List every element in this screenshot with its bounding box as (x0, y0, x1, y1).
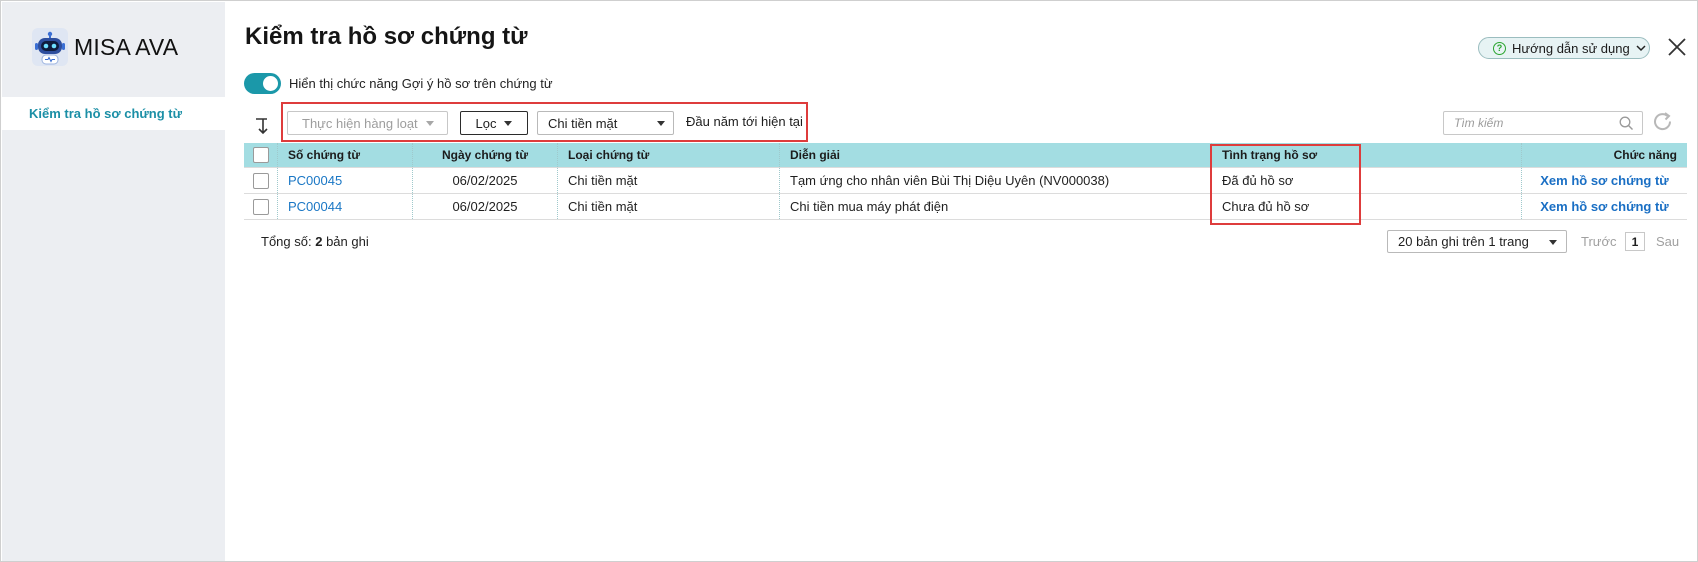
col-header-action: Chức năng (1613, 148, 1677, 162)
voucher-type-value: Chi tiền mặt (548, 115, 618, 131)
bulk-action-button[interactable]: Thực hiện hàng loạt (287, 111, 448, 135)
total-records: Tổng số: 2 bản ghi (261, 234, 369, 249)
voucher-description: Chi tiền mua máy phát điện (780, 194, 1212, 219)
refresh-icon[interactable] (1651, 110, 1675, 134)
caret-down-icon (425, 120, 434, 126)
pager-next-button[interactable]: Sau (1656, 234, 1679, 249)
caret-down-icon (657, 121, 665, 126)
voucher-date: 06/02/2025 (413, 194, 558, 219)
help-circle-icon: ? (1493, 41, 1506, 55)
total-prefix: Tổng số: (261, 234, 312, 249)
total-suffix: bản ghi (326, 234, 369, 249)
search-box[interactable] (1443, 111, 1643, 135)
voucher-description: Tạm ứng cho nhân viên Bùi Thị Diệu Uyên … (780, 168, 1212, 193)
caret-down-icon (504, 120, 513, 126)
view-documents-link[interactable]: Xem hồ sơ chứng từ (1522, 194, 1687, 219)
col-header-number[interactable]: Số chứng từ (278, 143, 413, 167)
col-header-date[interactable]: Ngày chứng từ (413, 143, 558, 167)
voucher-status: Chưa đủ hồ sơ (1212, 194, 1522, 219)
period-label[interactable]: Đầu năm tới hiện tại (686, 114, 803, 129)
suggestion-toggle-row: Hiển thị chức năng Gợi ý hồ sơ trên chứn… (244, 73, 553, 94)
caret-down-icon (1549, 240, 1557, 245)
sidebar: MISA AVA Kiểm tra hồ sơ chứng từ (2, 2, 225, 561)
table-row[interactable]: PC00045 06/02/2025 Chi tiền mặt Tạm ứng … (244, 167, 1687, 193)
view-documents-link[interactable]: Xem hồ sơ chứng từ (1522, 168, 1687, 193)
voucher-table: Số chứng từ Ngày chứng từ Loại chứng từ … (244, 143, 1687, 220)
close-icon[interactable] (1665, 35, 1689, 59)
voucher-number-link[interactable]: PC00045 (278, 168, 413, 193)
table-header: Số chứng từ Ngày chứng từ Loại chứng từ … (244, 143, 1687, 167)
help-guide-button[interactable]: ? Hướng dẫn sử dụng (1478, 37, 1650, 59)
table-row[interactable]: PC00044 06/02/2025 Chi tiền mặt Chi tiền… (244, 193, 1687, 219)
voucher-number-link[interactable]: PC00044 (278, 194, 413, 219)
sort-arrow-icon[interactable] (253, 114, 275, 136)
sidebar-item-kiem-tra-ho-so[interactable]: Kiểm tra hồ sơ chứng từ (2, 97, 225, 130)
select-all-checkbox[interactable] (252, 147, 269, 163)
chevron-down-icon (1636, 45, 1646, 52)
voucher-number[interactable]: PC00044 (288, 199, 342, 214)
pager-prev-button[interactable]: Trước (1581, 234, 1617, 249)
row-checkbox[interactable] (252, 198, 269, 215)
app-name: MISA AVA (74, 33, 179, 60)
row-checkbox[interactable] (252, 172, 269, 189)
voucher-status: Đã đủ hồ sơ (1212, 168, 1522, 193)
header-checkbox-cell (244, 143, 278, 167)
search-input[interactable] (1454, 116, 1614, 130)
help-guide-label: Hướng dẫn sử dụng (1512, 40, 1630, 56)
col-header-status[interactable]: Tình trạng hồ sơ (1212, 143, 1522, 167)
col-header-description[interactable]: Diễn giải (780, 143, 1212, 167)
voucher-number[interactable]: PC00045 (288, 173, 342, 188)
app-window: MISA AVA Kiểm tra hồ sơ chứng từ Kiểm tr… (0, 0, 1698, 562)
view-documents-label[interactable]: Xem hồ sơ chứng từ (1540, 173, 1668, 188)
filter-button[interactable]: Lọc (460, 111, 528, 135)
page-title: Kiểm tra hồ sơ chứng từ (245, 23, 528, 50)
row-checkbox-cell (244, 168, 278, 193)
app-logo: MISA AVA (30, 26, 178, 68)
col-header-type[interactable]: Loại chứng từ (558, 143, 780, 167)
suggestion-toggle[interactable] (244, 73, 281, 94)
sidebar-item-label: Kiểm tra hồ sơ chứng từ (29, 106, 183, 121)
search-icon[interactable] (1619, 116, 1634, 131)
suggestion-toggle-label: Hiển thị chức năng Gợi ý hồ sơ trên chứn… (289, 76, 553, 91)
robot-logo-icon (32, 28, 68, 66)
voucher-type: Chi tiền mặt (558, 168, 780, 193)
page-size-value: 20 bản ghi trên 1 trang (1398, 234, 1529, 249)
row-checkbox-cell (244, 194, 278, 219)
filter-label: Lọc (475, 115, 497, 131)
total-count: 2 (315, 234, 323, 249)
voucher-type-select[interactable]: Chi tiền mặt (537, 111, 674, 135)
bulk-action-label: Thực hiện hàng loạt (302, 115, 418, 131)
page-size-select[interactable]: 20 bản ghi trên 1 trang (1387, 230, 1567, 253)
pager-current-page[interactable]: 1 (1625, 232, 1645, 251)
voucher-date: 06/02/2025 (413, 168, 558, 193)
view-documents-label[interactable]: Xem hồ sơ chứng từ (1540, 199, 1668, 214)
voucher-type: Chi tiền mặt (558, 194, 780, 219)
